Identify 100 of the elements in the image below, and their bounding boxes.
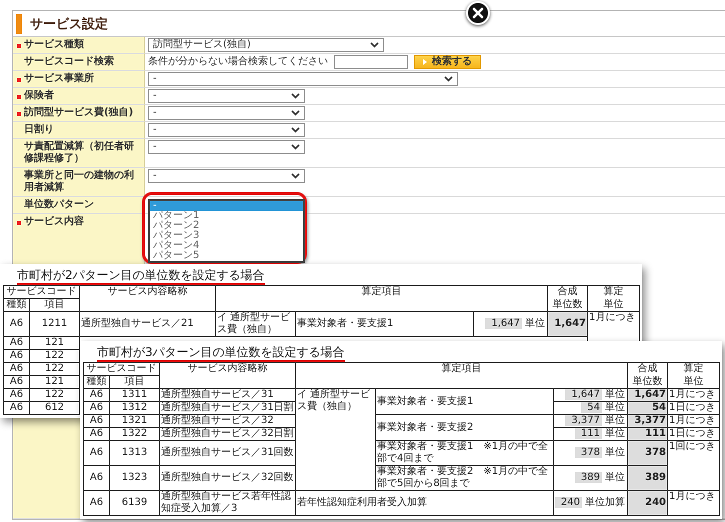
table-cell: 事業対象者・要支援1 ※1月の中で全部で4回まで (376, 440, 554, 466)
column-header: 種類 (4, 298, 30, 312)
unit-label: 単位 (604, 428, 626, 439)
table-cell: 通所型独自サービス／31 (160, 388, 296, 402)
field-label: 単位数パターン (24, 199, 94, 211)
table-cell: 1月につき (668, 414, 720, 428)
table-cell: A6 (4, 402, 30, 414)
table-cell: 240 (628, 490, 668, 516)
table-cell: A6 (84, 466, 110, 490)
column-header: サービスコード (4, 286, 80, 298)
unit-value: 1,647 (485, 318, 522, 329)
table-cell: 通所型独自サービス／31日割 (160, 402, 296, 414)
unit-label: 単位 (524, 318, 546, 329)
unit-value: 54 (581, 402, 602, 413)
column-header: 項目 (30, 298, 80, 312)
table-cell: A6 (84, 402, 110, 414)
table-cell: A6 (84, 490, 110, 516)
unit-label: 単位 (604, 402, 626, 413)
document-heading: 市町村が2パターン目の単位数を設定する場合 (17, 268, 265, 285)
search-button[interactable]: 検索する (414, 55, 481, 69)
table-cell: 事業対象者・要支援1 (296, 312, 474, 336)
table-cell: 3,377 (628, 414, 668, 428)
list-option[interactable]: パターン4 (150, 241, 303, 251)
column-header: 合成 (548, 286, 588, 298)
column-header: 合成 (628, 362, 668, 376)
table-cell: A6 (84, 414, 110, 428)
table-cell: 1312 (110, 402, 160, 414)
list-option[interactable]: パターン5 (150, 251, 303, 261)
field-label: 事業所と同一の建物の利用者減算 (24, 170, 135, 194)
field-label: サービスコード検索 (24, 56, 114, 68)
table-cell: 通所型独自サービス／32日割 (160, 428, 296, 440)
column-header: 算定 (588, 286, 640, 298)
field-label: 訪問型サービス費(独自) (24, 107, 134, 119)
select-field[interactable]: - (148, 106, 305, 120)
table-cell: A6 (4, 350, 30, 362)
table-cell: 1月につき (668, 490, 720, 516)
table-cell: 若年性認知症利用者受入加算 (296, 490, 554, 516)
column-header: 算定項目 (296, 362, 628, 388)
table-cell: 通所型独自サービス若年性認知症受入加算／3 (160, 490, 296, 516)
column-header: 項目 (110, 376, 160, 388)
column-header: 単位 (668, 376, 720, 388)
unit-label: 単位 (604, 389, 626, 400)
close-button[interactable] (466, 1, 490, 25)
column-header: 算定項目 (216, 286, 548, 312)
table-cell: 事業対象者・要支援2 ※1月の中で全部で5回から8回まで (376, 466, 554, 490)
select-field[interactable]: - (148, 72, 458, 86)
unit-label: 単位 (604, 447, 626, 458)
unit-label: 単位加算 (584, 497, 626, 508)
close-icon (472, 7, 484, 19)
field-label: サービス内容 (24, 216, 84, 228)
table-cell: 1日につき (668, 402, 720, 414)
unit-value: 1,647 (565, 389, 602, 400)
unit-label: 単位 (604, 472, 626, 483)
table-cell: 111 (628, 428, 668, 440)
table-cell: 通所型独自サービス／32 (160, 414, 296, 428)
unit-value: 240 (554, 497, 582, 508)
table-cell: 121 (30, 336, 80, 350)
select-field[interactable]: - (148, 169, 305, 183)
list-option[interactable]: パターン1 (150, 211, 303, 221)
title-marker (16, 14, 22, 34)
table-cell: 通所型独自サービス／21 (80, 312, 216, 336)
table-cell: 1321 (110, 414, 160, 428)
table-cell: 1日につき (668, 428, 720, 440)
table-cell: 1311 (110, 388, 160, 402)
field-label: 日割り (24, 124, 54, 136)
select-field[interactable]: - (148, 140, 305, 154)
unit-value: 111 (574, 428, 602, 439)
list-option[interactable]: パターン3 (150, 231, 303, 241)
table-cell: 1313 (110, 440, 160, 466)
table-cell: 54 (628, 402, 668, 414)
table-cell: イ 通所型サービス費（独自） (216, 312, 296, 336)
unit-value: 378 (574, 447, 602, 458)
table-cell: 378 (628, 440, 668, 466)
dialog-title: サービス設定 (30, 16, 108, 32)
chevron-icon (291, 127, 300, 133)
column-header: 単位 (588, 298, 640, 312)
unit-value: 3,377 (565, 415, 602, 426)
chevron-icon (291, 93, 300, 99)
search-field[interactable] (334, 55, 408, 69)
list-box[interactable]: - パターン1 パターン2 パターン3 パターン4 パターン5 (148, 199, 305, 263)
table-cell: イ 通所型サービス費（独自） (296, 388, 376, 490)
column-header: 算定 (668, 362, 720, 376)
column-header: サービス内容略称 (80, 286, 216, 312)
table-cell: A6 (84, 388, 110, 402)
table-cell: A6 (4, 336, 30, 350)
table-cell: 1322 (110, 428, 160, 440)
table-cell: A6 (84, 428, 110, 440)
chevron-icon (291, 173, 300, 179)
list-option[interactable]: パターン2 (150, 221, 303, 231)
table-cell: 事業対象者・要支援2 (376, 414, 554, 440)
chevron-icon (444, 76, 453, 82)
triangle-icon (423, 59, 427, 65)
document-heading: 市町村が3パターン目の単位数を設定する場合 (97, 345, 345, 362)
table-cell: 1月につき (668, 388, 720, 402)
field-label: サービス種類 (24, 39, 84, 51)
column-header: サービス内容略称 (160, 362, 296, 388)
select-field[interactable]: - (148, 89, 305, 103)
select-field[interactable]: - (148, 123, 305, 137)
table-cell: 1,647 (628, 388, 668, 402)
select-field[interactable]: 訪問型サービス(独自) (148, 38, 384, 52)
